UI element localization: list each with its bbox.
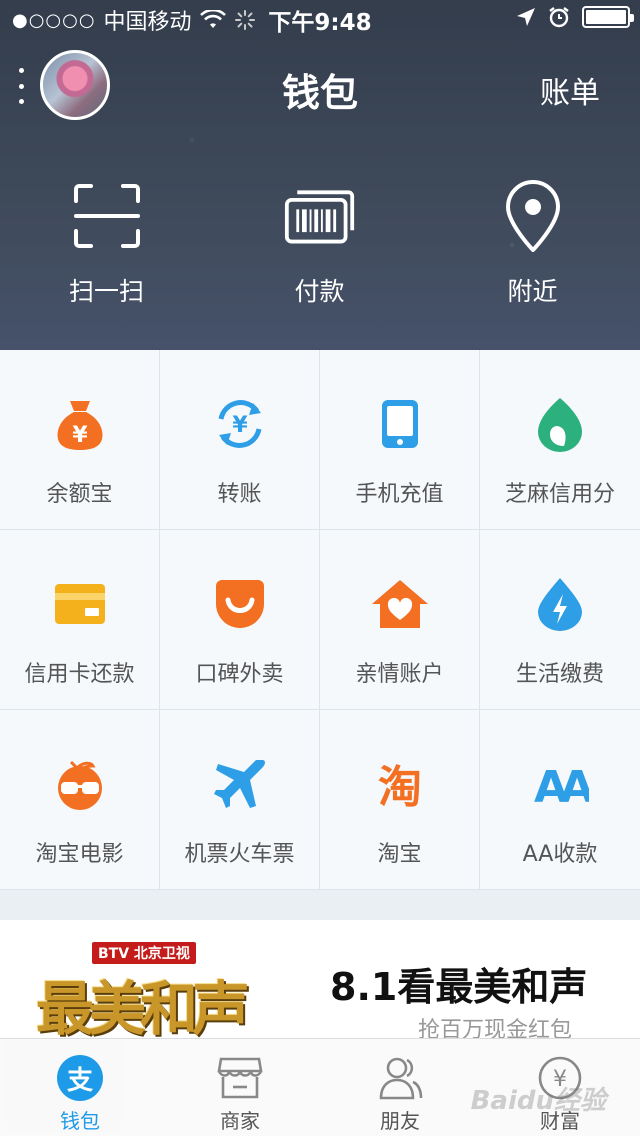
show-logo: BTV 北京卫视 最美和声 xyxy=(30,938,260,1040)
koubei-icon xyxy=(210,574,270,634)
grid-item-phone-recharge[interactable]: 手机充值 xyxy=(320,350,480,530)
taobao-icon: 淘 xyxy=(370,754,430,814)
battery-icon xyxy=(582,6,634,28)
grid-item-yuebao[interactable]: ¥ 余额宝 xyxy=(0,350,160,530)
pay-label: 付款 xyxy=(294,277,345,306)
nav-bar: 钱包 账单 xyxy=(0,42,640,130)
carrier-name: 中国移动 xyxy=(103,10,192,35)
grid-item-label: 信用卡还款 xyxy=(24,662,135,687)
scan-icon xyxy=(71,180,143,252)
svg-text:¥: ¥ xyxy=(232,413,248,438)
banner-title: 8.1看最美和声 xyxy=(330,965,588,1009)
grid-item-label: 淘宝 xyxy=(377,842,422,867)
grid-item-sesame-credit[interactable]: 芝麻信用分 xyxy=(480,350,640,530)
promo-banner[interactable]: BTV 北京卫视 最美和声 8.1看最美和声 抢百万现金红包 xyxy=(0,920,640,1040)
movie-glasses-icon xyxy=(50,754,110,814)
sesame-icon xyxy=(530,394,590,454)
utility-drop-icon xyxy=(530,574,590,634)
bill-button[interactable]: 账单 xyxy=(540,68,600,112)
tab-wallet[interactable]: 支 钱包 xyxy=(0,1013,160,1136)
loading-spinner-icon xyxy=(234,10,255,30)
credit-card-icon xyxy=(50,574,110,634)
store-icon xyxy=(217,1055,263,1101)
grid-item-family-account[interactable]: 亲情账户 xyxy=(320,530,480,710)
grid-item-aa-collect[interactable]: AA AA收款 xyxy=(480,710,640,890)
grid-item-taobao[interactable]: 淘 淘宝 xyxy=(320,710,480,890)
tab-friends[interactable]: 朋友 xyxy=(320,1039,480,1136)
location-arrow-icon xyxy=(517,8,535,26)
grid-item-label: 手机充值 xyxy=(355,482,444,507)
airplane-icon xyxy=(210,754,270,814)
tab-label: 钱包 xyxy=(60,1109,100,1133)
family-house-icon xyxy=(370,574,430,634)
grid-item-label: 口碑外卖 xyxy=(195,662,284,687)
grid-item-label: 亲情账户 xyxy=(355,662,444,687)
banner-subtitle: 抢百万现金红包 xyxy=(418,1018,573,1040)
grid-item-taobao-movie[interactable]: 淘宝电影 xyxy=(0,710,160,890)
wallet-alipay-icon: 支 xyxy=(57,1055,103,1101)
money-bag-icon: ¥ xyxy=(50,394,110,454)
svg-text:AA: AA xyxy=(534,762,589,808)
show-logo-text: 最美和声 xyxy=(36,975,250,1040)
more-menu-icon[interactable] xyxy=(16,68,26,104)
nearby-button[interactable]: 附近 xyxy=(426,180,639,320)
grid-item-label: 生活缴费 xyxy=(515,662,604,687)
tab-merchants[interactable]: 商家 xyxy=(160,1039,320,1136)
wifi-icon xyxy=(199,10,226,28)
grid-item-label: AA收款 xyxy=(522,842,598,867)
grid-item-label: 余额宝 xyxy=(46,482,113,507)
pay-button[interactable]: 付款 xyxy=(213,180,426,320)
btv-tag: BTV 北京卫视 xyxy=(92,942,196,964)
wallet-header: ●○○○○ 中国移动 下午9:48 钱包 账单 扫一扫 付款 附近 xyxy=(0,0,640,350)
grid-item-label: 芝麻信用分 xyxy=(504,482,615,507)
grid-item-credit-card-repay[interactable]: 信用卡还款 xyxy=(0,530,160,710)
grid-item-utility-bills[interactable]: 生活缴费 xyxy=(480,530,640,710)
grid-item-flight-train[interactable]: 机票火车票 xyxy=(160,710,320,890)
battery-level xyxy=(586,10,626,24)
quick-actions: 扫一扫 付款 附近 xyxy=(0,180,640,320)
watermark: Baidu经验 xyxy=(470,1086,606,1116)
phone-icon xyxy=(370,394,430,454)
grid-item-label: 转账 xyxy=(217,482,262,507)
location-pin-icon xyxy=(497,180,569,252)
service-grid: ¥ 余额宝 ¥ 转账 手机充值 芝麻信用分 信用卡还款 口碑外卖 亲情账户 生活… xyxy=(0,350,640,890)
barcode-pay-icon xyxy=(284,180,356,252)
signal-strength: ●○○○○ xyxy=(12,9,96,31)
section-divider xyxy=(0,890,640,920)
svg-text:¥: ¥ xyxy=(72,423,88,448)
aa-icon: AA xyxy=(530,754,590,814)
grid-item-koubei-delivery[interactable]: 口碑外卖 xyxy=(160,530,320,710)
grid-item-label: 机票火车票 xyxy=(184,842,295,867)
alarm-clock-icon xyxy=(549,7,569,28)
avatar[interactable] xyxy=(40,50,110,120)
svg-text:淘: 淘 xyxy=(378,762,422,810)
tab-label: 朋友 xyxy=(380,1109,420,1133)
tab-label: 商家 xyxy=(220,1109,260,1133)
transfer-icon: ¥ xyxy=(210,394,270,454)
status-bar: ●○○○○ 中国移动 下午9:48 xyxy=(0,0,640,40)
scan-button[interactable]: 扫一扫 xyxy=(0,180,213,320)
grid-item-transfer[interactable]: ¥ 转账 xyxy=(160,350,320,530)
grid-item-label: 淘宝电影 xyxy=(35,842,124,867)
scan-label: 扫一扫 xyxy=(68,277,144,306)
friends-icon xyxy=(377,1055,423,1101)
nearby-label: 附近 xyxy=(507,277,558,306)
